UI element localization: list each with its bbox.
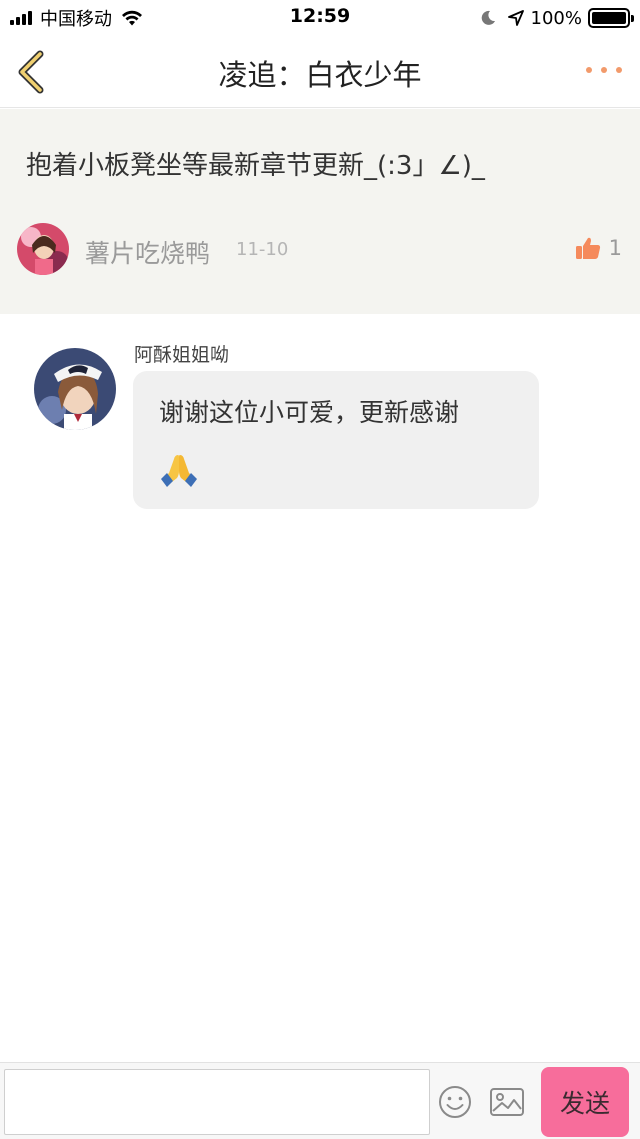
like-count: 1	[608, 236, 622, 260]
folded-hands-icon	[161, 455, 197, 487]
post-date: 11-10	[236, 239, 289, 260]
moon-icon	[481, 10, 495, 25]
message-input[interactable]	[4, 1069, 430, 1135]
post-author-name[interactable]: 薯片吃烧鸭	[85, 234, 210, 270]
reply-text: 谢谢这位小可爱，更新感谢	[159, 398, 460, 427]
thumbs-up-icon	[575, 237, 600, 259]
post-text: 抱着小板凳坐等最新章节更新_(:3」∠)_	[26, 151, 485, 181]
smiley-icon	[439, 1086, 471, 1118]
battery-percent: 100%	[530, 7, 582, 29]
reply-bubble: 谢谢这位小可爱，更新感谢	[133, 371, 539, 509]
image-icon	[490, 1088, 524, 1116]
nav-bar: 凌追：白衣少年	[0, 36, 640, 108]
emoji-button[interactable]	[438, 1085, 472, 1119]
reply-author-avatar[interactable]	[34, 348, 116, 430]
post-author-avatar[interactable]	[17, 223, 69, 275]
like-button[interactable]: 1	[575, 236, 622, 260]
status-bar: 中国移动 12:59 100%	[0, 0, 640, 36]
more-dots-icon	[586, 67, 592, 73]
location-arrow-icon	[507, 10, 524, 26]
composer-bar: 发送	[0, 1062, 640, 1139]
image-button[interactable]	[489, 1085, 525, 1119]
more-button[interactable]	[586, 58, 622, 82]
battery-icon	[588, 8, 634, 28]
original-post: 抱着小板凳坐等最新章节更新_(:3」∠)_ 薯片吃烧鸭 11-10 1	[0, 109, 640, 314]
send-button[interactable]: 发送	[541, 1067, 629, 1137]
page-title: 凌追：白衣少年	[218, 58, 422, 92]
reply-author-name[interactable]: 阿酥姐姐呦	[134, 340, 229, 367]
status-right: 100%	[479, 6, 634, 30]
